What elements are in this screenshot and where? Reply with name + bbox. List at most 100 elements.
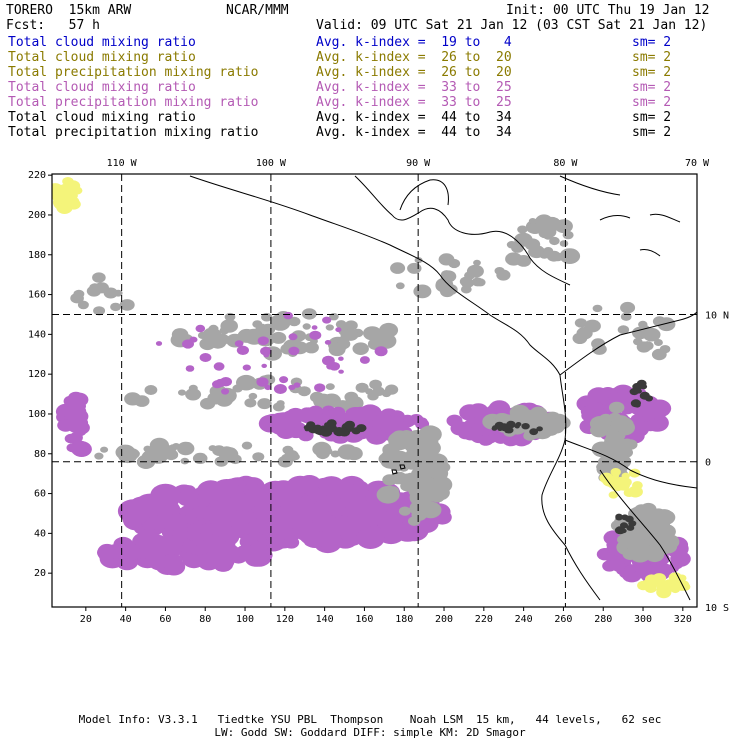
purple-precip-patch (199, 353, 212, 362)
gray-cloud-patch (409, 488, 433, 507)
gray-cloud-patch (200, 397, 216, 410)
gray-cloud-patch (644, 509, 662, 523)
purple-precip-patch (356, 527, 385, 549)
gray-cloud-patch (413, 284, 432, 299)
model-info: Model Info: V3.3.1 Tiedtke YSU PBL Thomp… (78, 713, 662, 726)
gray-cloud-patch (110, 302, 122, 312)
yellow-cloud-patch (606, 478, 620, 489)
gray-cloud-patch (448, 258, 461, 269)
x-tick-label: 280 (594, 614, 612, 625)
dark-cloud-core (628, 520, 637, 527)
longitude-label: 100 W (256, 158, 287, 169)
dark-cloud-core (504, 428, 512, 434)
purple-precip-patch (409, 414, 424, 425)
latitude-label: 10 S (705, 603, 729, 614)
purple-precip-patch (257, 336, 269, 346)
purple-precip-patch (634, 562, 653, 577)
x-tick-label: 100 (236, 614, 254, 625)
purple-precip-patch (324, 340, 332, 345)
gray-cloud-patch (659, 345, 671, 354)
purple-precip-patch (134, 493, 166, 518)
dark-cloud-core (333, 427, 346, 437)
purple-precip-patch (311, 325, 318, 330)
gray-cloud-patch (92, 272, 106, 283)
x-tick-label: 20 (80, 614, 92, 625)
gray-cloud-patch (337, 338, 351, 350)
gray-cloud-patch (252, 452, 265, 462)
purple-precip-patch (71, 416, 89, 430)
gray-cloud-patch (535, 214, 553, 228)
purple-precip-patch (288, 346, 300, 356)
purple-precip-patch (71, 441, 92, 457)
dark-cloud-core (313, 424, 323, 432)
gray-cloud-patch (241, 441, 253, 450)
dark-cloud-core (344, 420, 356, 430)
purple-precip-patch (120, 506, 137, 519)
gray-cloud-patch (337, 444, 358, 460)
purple-precip-patch (335, 327, 342, 333)
dark-cloud-core (620, 522, 628, 529)
gray-cloud-patch (390, 450, 410, 466)
gray-cloud-patch (270, 331, 287, 344)
purple-precip-patch (374, 346, 388, 357)
y-tick-label: 160 (28, 290, 46, 301)
gray-cloud-patch (620, 301, 636, 314)
gray-cloud-patch (407, 262, 422, 274)
gray-cloud-patch (70, 293, 84, 304)
purple-precip-patch (115, 542, 141, 562)
purple-precip-patch (286, 418, 300, 428)
gray-cloud-patch (466, 264, 484, 278)
gray-cloud-patch (220, 319, 238, 333)
gray-cloud-patch (312, 441, 332, 457)
purple-precip-patch (221, 388, 230, 395)
gray-cloud-patch (636, 341, 652, 353)
x-tick-label: 40 (120, 614, 132, 625)
gray-cloud-patch (528, 241, 538, 250)
purple-precip-patch (368, 426, 382, 436)
purple-precip-patch (177, 490, 198, 507)
gray-cloud-patch (528, 218, 537, 224)
gray-cloud-patch (631, 546, 642, 555)
x-tick-label: 260 (554, 614, 572, 625)
gray-cloud-patch (505, 252, 523, 266)
dark-cloud-core (355, 427, 362, 433)
gray-cloud-patch (589, 323, 599, 332)
gray-cloud-patch (430, 491, 445, 503)
y-tick-label: 40 (34, 528, 46, 539)
gray-cloud-patch (395, 282, 405, 290)
gray-cloud-patch (188, 384, 198, 392)
y-tick-label: 140 (28, 329, 46, 340)
gray-cloud-patch (639, 522, 654, 534)
purple-precip-patch (273, 384, 287, 394)
purple-precip-patch (63, 395, 78, 407)
dark-cloud-core (492, 425, 498, 430)
purple-precip-patch (155, 341, 163, 346)
gray-cloud-patch (144, 385, 158, 395)
gray-cloud-patch (494, 267, 505, 275)
gray-cloud-patch (183, 442, 193, 449)
y-tick-label: 180 (28, 250, 46, 261)
x-tick-label: 80 (199, 614, 211, 625)
gray-cloud-patch (178, 389, 186, 396)
gray-cloud-patch (344, 320, 358, 331)
x-tick-label: 320 (674, 614, 692, 625)
purple-precip-patch (261, 489, 282, 506)
purple-precip-patch (195, 324, 206, 333)
yellow-cloud-patch (65, 180, 78, 189)
gray-cloud-patch (352, 342, 369, 356)
purple-precip-patch (242, 364, 251, 371)
purple-precip-patch (303, 530, 327, 548)
gray-cloud-patch (592, 343, 607, 355)
gray-cloud-patch (372, 386, 385, 396)
y-tick-label: 100 (28, 409, 46, 420)
purple-precip-patch (272, 506, 289, 520)
gray-cloud-patch (543, 232, 553, 240)
purple-precip-patch (338, 369, 344, 374)
gray-cloud-patch (390, 262, 406, 274)
purple-precip-patch (330, 515, 356, 536)
x-tick-label: 140 (316, 614, 334, 625)
gray-cloud-patch (657, 317, 676, 332)
gray-cloud-patch (257, 398, 272, 410)
x-tick-label: 240 (515, 614, 533, 625)
coastline (559, 175, 621, 196)
